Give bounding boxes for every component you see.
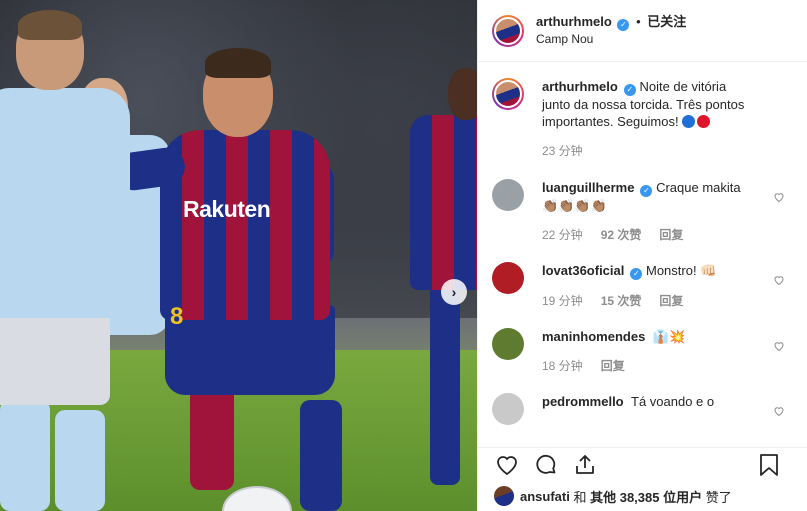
comments-list[interactable]: arthurhmelo ✓ Noite de vitória junto da n… bbox=[478, 62, 807, 447]
heart-icon[interactable] bbox=[773, 340, 785, 352]
player-right-head bbox=[448, 68, 477, 120]
comment-item: lovat36oficial ✓ Monstro! 👊🏻 19 分钟 15 次赞 … bbox=[492, 262, 793, 309]
red-circle-emoji-icon bbox=[697, 115, 711, 128]
caption-text-line: arthurhmelo ✓ Noite de vitória junto da n… bbox=[542, 78, 752, 130]
caption-username[interactable]: arthurhmelo bbox=[542, 79, 618, 94]
comment-username[interactable]: luanguillherme bbox=[542, 180, 634, 195]
likes-and: 和 bbox=[573, 489, 587, 505]
caption-avatar-image bbox=[494, 80, 522, 108]
comment-avatar[interactable] bbox=[492, 262, 524, 294]
caption-time[interactable]: 23 分钟 bbox=[542, 142, 583, 159]
like-button[interactable] bbox=[494, 452, 520, 478]
comment-body: maninhomendes 👔💥 18 分钟 回复 bbox=[542, 328, 752, 374]
following-button[interactable]: 已关注 bbox=[647, 14, 686, 29]
comment-button[interactable] bbox=[533, 452, 559, 478]
comment-emoji: 👊🏻 bbox=[700, 263, 717, 278]
likes-suffix: 赞了 bbox=[705, 489, 732, 505]
verified-badge-icon: ✓ bbox=[630, 268, 643, 280]
next-arrow-icon[interactable]: › bbox=[441, 279, 467, 305]
comment-text-line: luanguillherme ✓ Craque makita 👏🏽👏🏽👏🏽👏🏽 bbox=[542, 179, 752, 214]
comment-text: Monstro! bbox=[646, 263, 697, 278]
player-left-body bbox=[0, 88, 130, 318]
comment-text-line: pedrommello Tá voando e o bbox=[542, 393, 752, 410]
share-icon bbox=[576, 454, 594, 474]
likes-summary: ansufati 和 其他 38,385 位用户 赞了 bbox=[478, 481, 807, 511]
player-main-leg-right bbox=[300, 400, 342, 511]
bookmark-icon bbox=[760, 453, 778, 476]
blue-circle-emoji-icon bbox=[682, 115, 696, 128]
player-left-shorts bbox=[0, 305, 110, 405]
caption-avatar[interactable] bbox=[492, 78, 524, 110]
save-button[interactable] bbox=[756, 452, 782, 478]
liker-username[interactable]: ansufati bbox=[520, 489, 570, 504]
comment-likes[interactable]: 92 次赞 bbox=[601, 226, 642, 243]
player-right-leg bbox=[430, 285, 460, 485]
player-left-hair bbox=[18, 10, 82, 40]
comment-text: Tá voando e o bbox=[631, 394, 715, 409]
comment-username[interactable]: pedrommello bbox=[542, 394, 624, 409]
verified-badge-icon: ✓ bbox=[640, 185, 653, 197]
post-photo[interactable]: Rakuten 8 › bbox=[0, 0, 477, 511]
share-button[interactable] bbox=[572, 452, 598, 478]
reply-button[interactable]: 回复 bbox=[659, 292, 683, 309]
comment-body: lovat36oficial ✓ Monstro! 👊🏻 19 分钟 15 次赞 … bbox=[542, 262, 752, 309]
author-avatar-image bbox=[494, 16, 522, 45]
comment-item: luanguillherme ✓ Craque makita 👏🏽👏🏽👏🏽👏🏽 2… bbox=[492, 179, 793, 243]
comment-meta: 18 分钟 回复 bbox=[542, 357, 752, 374]
instagram-post: Rakuten 8 › arthurhmelo ✓ • 已关注 Camp Nou bbox=[0, 0, 807, 511]
liker-avatar[interactable] bbox=[494, 486, 514, 506]
comment-time[interactable]: 22 分钟 bbox=[542, 226, 583, 243]
comment-icon bbox=[536, 454, 556, 474]
author-avatar[interactable] bbox=[492, 14, 524, 47]
comment-username[interactable]: lovat36oficial bbox=[542, 263, 624, 278]
comment-emoji: 👏🏽👏🏽👏🏽👏🏽 bbox=[542, 198, 607, 213]
comment-item: maninhomendes 👔💥 18 分钟 回复 bbox=[492, 328, 793, 374]
reply-button[interactable]: 回复 bbox=[659, 226, 683, 243]
comment-body: pedrommello Tá voando e o bbox=[542, 393, 752, 425]
player-main-leg-left bbox=[190, 380, 234, 490]
comment-avatar[interactable] bbox=[492, 328, 524, 360]
comment-avatar[interactable] bbox=[492, 179, 524, 211]
caption-meta: 23 分钟 bbox=[542, 142, 752, 159]
comment-body: luanguillherme ✓ Craque makita 👏🏽👏🏽👏🏽👏🏽 2… bbox=[542, 179, 752, 243]
comment-item: pedrommello Tá voando e o bbox=[492, 393, 793, 425]
author-username[interactable]: arthurhmelo bbox=[536, 14, 612, 29]
action-bar bbox=[478, 447, 807, 481]
reply-button[interactable]: 回复 bbox=[601, 357, 625, 374]
next-arrow-glyph: › bbox=[451, 284, 457, 300]
location-link[interactable]: Camp Nou bbox=[536, 31, 686, 48]
comment-text-line: maninhomendes 👔💥 bbox=[542, 328, 752, 345]
verified-badge-icon: ✓ bbox=[617, 19, 630, 31]
heart-icon[interactable] bbox=[773, 274, 785, 286]
comment-panel: arthurhmelo ✓ • 已关注 Camp Nou arthurhmelo… bbox=[477, 0, 807, 511]
likes-others[interactable]: 其他 38,385 位用户 bbox=[590, 487, 702, 506]
post-header: arthurhmelo ✓ • 已关注 Camp Nou bbox=[478, 0, 807, 62]
comment-meta: 19 分钟 15 次赞 回复 bbox=[542, 292, 752, 309]
shirt-number: 8 bbox=[170, 303, 184, 330]
player-main-hair bbox=[205, 48, 271, 78]
player-left-leg-2 bbox=[55, 410, 105, 511]
shirt-sponsor: Rakuten bbox=[183, 196, 271, 222]
separator-dot: • bbox=[636, 14, 641, 29]
comment-text: Craque makita bbox=[656, 180, 741, 195]
caption: arthurhmelo ✓ Noite de vitória junto da n… bbox=[492, 78, 793, 159]
heart-icon bbox=[497, 455, 517, 475]
header-text: arthurhmelo ✓ • 已关注 Camp Nou bbox=[536, 13, 686, 48]
comment-avatar[interactable] bbox=[492, 393, 524, 425]
player-main-body bbox=[160, 130, 330, 320]
comment-username[interactable]: maninhomendes bbox=[542, 329, 645, 344]
player-right-body bbox=[410, 115, 477, 290]
comment-time[interactable]: 18 分钟 bbox=[542, 357, 583, 374]
player-left-leg bbox=[0, 400, 50, 511]
comment-meta: 22 分钟 92 次赞 回复 bbox=[542, 226, 752, 243]
comment-emoji: 👔💥 bbox=[652, 329, 686, 344]
comment-likes[interactable]: 15 次赞 bbox=[601, 292, 642, 309]
heart-icon[interactable] bbox=[773, 191, 785, 203]
caption-body: arthurhmelo ✓ Noite de vitória junto da n… bbox=[542, 78, 752, 159]
comment-time[interactable]: 19 分钟 bbox=[542, 292, 583, 309]
heart-icon[interactable] bbox=[773, 405, 785, 417]
verified-badge-icon: ✓ bbox=[623, 84, 636, 96]
comment-text-line: lovat36oficial ✓ Monstro! 👊🏻 bbox=[542, 262, 752, 280]
